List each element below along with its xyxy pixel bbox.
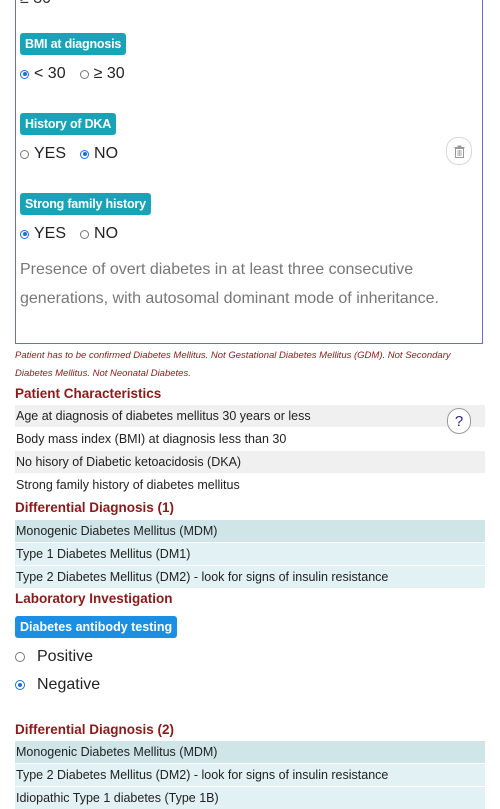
radio-unselected[interactable] bbox=[20, 149, 29, 159]
radio-selected[interactable] bbox=[15, 680, 25, 690]
dka-option-label: YES bbox=[34, 145, 67, 162]
bmi-option-label: ≥ 30 bbox=[93, 65, 125, 82]
table-row: Body mass index (BMI) at diagnosis less … bbox=[15, 428, 485, 450]
antibody-option-negative[interactable]: Negative bbox=[15, 676, 100, 694]
family-history-label: Strong family history bbox=[20, 193, 151, 215]
table-row: No hisory of Diabetic ketoacidosis (DKA) bbox=[15, 451, 485, 473]
family-history-radio-group: YES NO bbox=[20, 225, 132, 243]
antibody-option-positive[interactable]: Positive bbox=[15, 648, 93, 666]
dka-radio-group: YES NO bbox=[20, 145, 132, 163]
antibody-option-label: Positive bbox=[37, 648, 94, 665]
table-row: Monogenic Diabetes Mellitus (MDM) bbox=[15, 520, 485, 542]
patient-characteristics-title: Patient Characteristics bbox=[15, 386, 162, 401]
table-row: Strong family history of diabetes mellit… bbox=[15, 474, 485, 496]
trash-icon bbox=[454, 145, 464, 158]
disclaimer-text: Patient has to be confirmed Diabetes Mel… bbox=[15, 350, 451, 379]
bmi-label: BMI at diagnosis bbox=[20, 33, 127, 55]
dka-option-label: NO bbox=[94, 145, 119, 162]
table-row: Monogenic Diabetes Mellitus (MDM) bbox=[15, 741, 485, 763]
radio-selected[interactable] bbox=[20, 69, 29, 79]
delete-button[interactable] bbox=[446, 137, 472, 165]
family-option-yes[interactable]: YES bbox=[20, 225, 66, 243]
dka-option-no[interactable]: NO bbox=[80, 145, 118, 163]
family-option-label: YES bbox=[34, 225, 67, 242]
antibody-testing-label: Diabetes antibody testing bbox=[15, 616, 178, 638]
bmi-cutoff-text-partial: ≥ 30 bbox=[20, 0, 51, 8]
table-row: Type 2 Diabetes Mellitus (DM2) - look fo… bbox=[15, 764, 485, 786]
dka-label: History of DKA bbox=[20, 113, 117, 135]
table-row: Type 2 Diabetes Mellitus (DM2) - look fo… bbox=[15, 566, 485, 588]
bmi-option-under-30[interactable]: < 30 bbox=[20, 65, 66, 83]
help-button[interactable]: ? bbox=[447, 408, 471, 434]
radio-unselected[interactable] bbox=[80, 229, 90, 239]
radio-unselected[interactable] bbox=[15, 652, 25, 662]
table-row: Type 1 Diabetes Mellitus (DM1) bbox=[15, 543, 485, 565]
radio-unselected[interactable] bbox=[79, 69, 89, 79]
bmi-radio-group: < 30 ≥ 30 bbox=[20, 65, 139, 83]
help-icon: ? bbox=[454, 412, 464, 430]
dka-option-yes[interactable]: YES bbox=[20, 145, 66, 163]
radio-selected[interactable] bbox=[80, 149, 90, 159]
family-option-label: NO bbox=[94, 225, 119, 242]
differential-diagnosis-2-title: Differential Diagnosis (2) bbox=[15, 722, 175, 737]
family-history-note: Presence of overt diabetes in at least t… bbox=[20, 261, 439, 307]
family-option-no[interactable]: NO bbox=[80, 225, 118, 243]
table-row: Age at diagnosis of diabetes mellitus 30… bbox=[15, 405, 485, 427]
antibody-option-label: Negative bbox=[37, 676, 101, 693]
laboratory-investigation-title: Laboratory Investigation bbox=[15, 591, 173, 606]
bmi-option-label: < 30 bbox=[34, 65, 66, 82]
differential-diagnosis-1-title: Differential Diagnosis (1) bbox=[15, 500, 175, 515]
radio-selected[interactable] bbox=[20, 229, 29, 239]
bmi-option-30-or-more[interactable]: ≥ 30 bbox=[79, 65, 125, 83]
table-row: Idiopathic Type 1 diabetes (Type 1B) bbox=[15, 787, 485, 809]
